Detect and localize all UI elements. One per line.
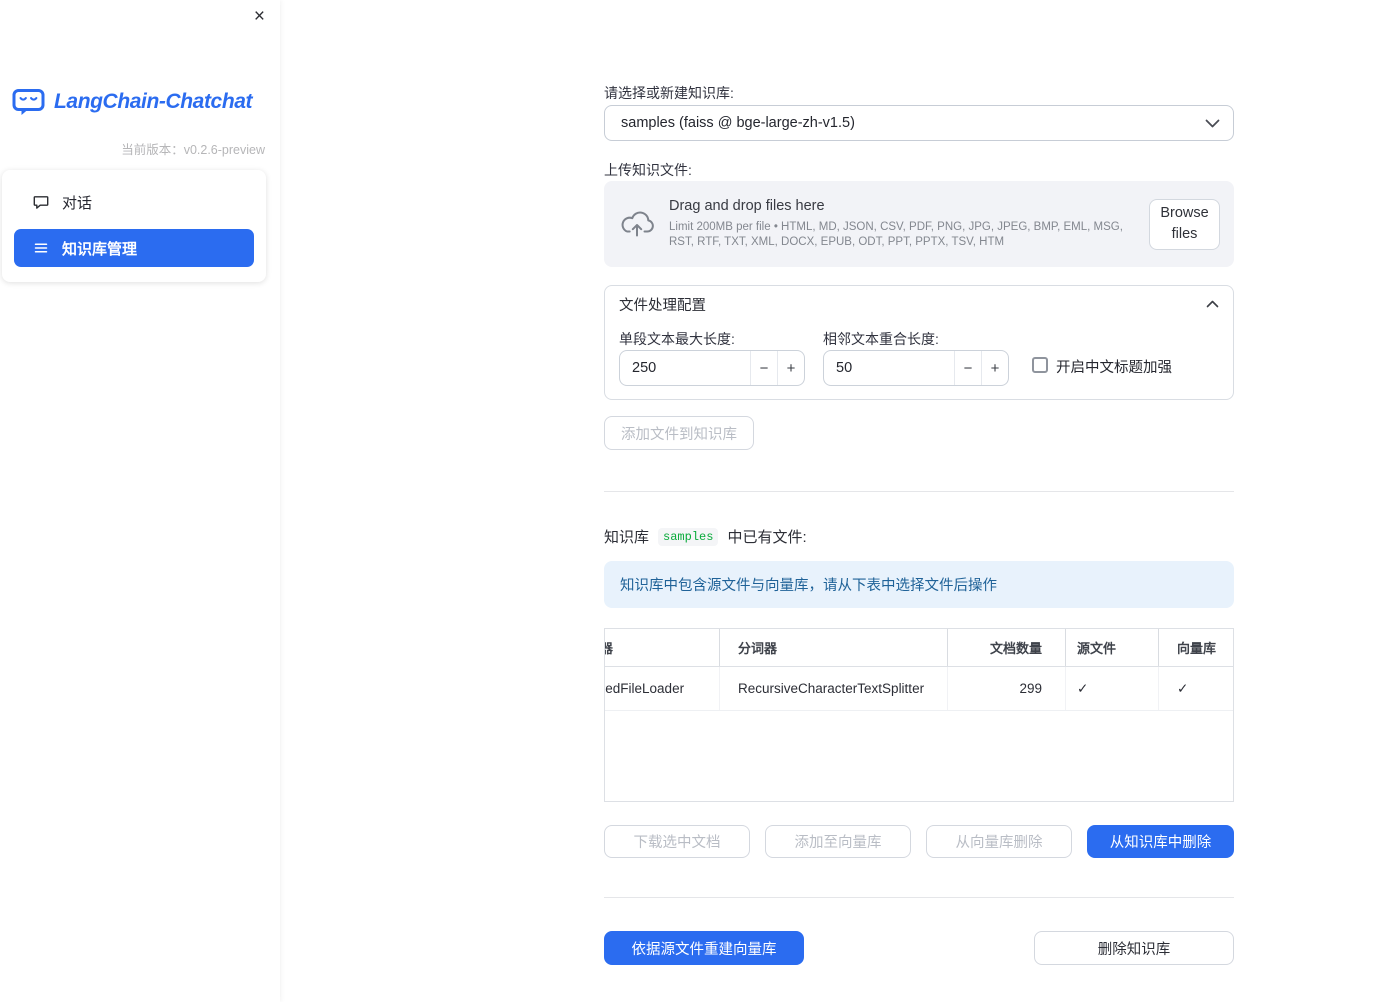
zh-title-checkbox-label[interactable]: 开启中文标题加强 <box>1056 356 1172 377</box>
sidebar-item-chat-label: 对话 <box>62 194 93 212</box>
app-logo-text: LangChain-Chatchat <box>54 89 253 113</box>
table-row[interactable]: UnstructuredFileLoader RecursiveCharacte… <box>605 667 1233 711</box>
upload-label: 上传知识文件: <box>604 162 692 178</box>
chevron-down-icon <box>1205 119 1220 128</box>
chunk-size-value[interactable]: 250 <box>620 351 750 385</box>
sidebar-nav: 对话 知识库管理 <box>2 170 266 282</box>
overlap-size-label: 相邻文本重合长度: <box>823 331 939 347</box>
info-alert-text: 知识库中包含源文件与向量库，请从下表中选择文件后操作 <box>620 578 997 594</box>
overlap-size-input[interactable]: 50 − + <box>823 350 1009 386</box>
overlap-size-value[interactable]: 50 <box>824 351 954 385</box>
table-header-row: 文档加载器 分词器 文档数量 源文件 向量库 <box>605 629 1233 667</box>
file-config-expander: 文件处理配置 单段文本最大长度: 250 − + 相邻文本重合长度: 50 − … <box>604 285 1234 400</box>
uploader-title: Drag and drop files here <box>669 197 825 214</box>
table-header-source-file[interactable]: 源文件 <box>1066 629 1159 666</box>
delete-kb-button[interactable]: 删除知识库 <box>1034 931 1234 965</box>
chat-logo-icon <box>12 87 45 116</box>
kb-files-heading: 知识库 samples 中已有文件: <box>604 526 807 547</box>
info-alert: 知识库中包含源文件与向量库，请从下表中选择文件后操作 <box>604 561 1234 608</box>
chunk-size-label: 单段文本最大长度: <box>619 331 735 347</box>
app-window: × LangChain-Chatchat 当前版本：v0.2.6-preview <box>0 0 1380 1002</box>
kb-select[interactable]: samples (faiss @ bge-large-zh-v1.5) <box>604 105 1234 141</box>
delete-from-kb-button[interactable]: 从知识库中删除 <box>1087 825 1234 858</box>
kb-name-code: samples <box>658 527 719 546</box>
chevron-up-icon <box>1206 300 1219 308</box>
cloud-upload-icon <box>620 211 654 238</box>
uploader-text: Drag and drop files here Limit 200MB per… <box>669 198 1149 251</box>
table-header-vector-store[interactable]: 向量库 <box>1159 629 1233 666</box>
kb-files-heading-prefix: 知识库 <box>604 529 650 546</box>
sidebar-close-button[interactable]: × <box>254 5 265 29</box>
browse-files-button[interactable]: Browse files <box>1149 198 1220 250</box>
table-header-doc-count[interactable]: 文档数量 <box>948 629 1066 666</box>
add-files-to-kb-button[interactable]: 添加文件到知识库 <box>604 416 754 450</box>
download-selected-button[interactable]: 下载选中文档 <box>604 825 750 858</box>
divider <box>604 897 1234 898</box>
table-header-splitter[interactable]: 分词器 <box>720 629 948 666</box>
cell-splitter: RecursiveCharacterTextSplitter <box>720 667 948 710</box>
chunk-size-decrement-button[interactable]: − <box>750 351 777 385</box>
zh-title-checkbox[interactable] <box>1032 357 1048 373</box>
file-uploader-dropzone[interactable]: Drag and drop files here Limit 200MB per… <box>604 181 1234 267</box>
kb-files-heading-suffix: 中已有文件: <box>727 529 807 546</box>
main-content: 请选择或新建知识库: samples (faiss @ bge-large-zh… <box>604 0 1234 1002</box>
chat-bubble-icon <box>33 194 49 210</box>
kb-select-value: samples (faiss @ bge-large-zh-v1.5) <box>621 115 855 131</box>
cell-vector-check: ✓ <box>1177 680 1189 696</box>
expander-title: 文件处理配置 <box>619 297 706 314</box>
sidebar-item-knowledge-base[interactable]: 知识库管理 <box>14 229 254 267</box>
cell-source-check: ✓ <box>1066 667 1159 710</box>
app-logo: LangChain-Chatchat <box>12 87 253 116</box>
uploader-limit: Limit 200MB per file • HTML, MD, JSON, C… <box>669 220 1123 249</box>
overlap-size-increment-button[interactable]: + <box>981 351 1008 385</box>
delete-from-vector-store-button[interactable]: 从向量库删除 <box>926 825 1072 858</box>
list-icon <box>33 240 49 256</box>
rebuild-vector-store-button[interactable]: 依据源文件重建向量库 <box>604 931 804 965</box>
kb-files-table: 文档加载器 分词器 文档数量 源文件 向量库 UnstructuredFileL… <box>604 628 1234 802</box>
sidebar-item-knowledge-base-label: 知识库管理 <box>62 240 138 258</box>
table-header-loader[interactable]: 文档加载器 <box>605 629 720 666</box>
divider <box>604 491 1234 492</box>
cell-loader: UnstructuredFileLoader <box>605 667 720 710</box>
sidebar-item-chat[interactable]: 对话 <box>14 183 254 221</box>
kb-select-label: 请选择或新建知识库: <box>604 85 734 101</box>
cell-doc-count: 299 <box>948 667 1066 710</box>
sidebar: × LangChain-Chatchat 当前版本：v0.2.6-preview <box>0 0 280 1002</box>
chunk-size-input[interactable]: 250 − + <box>619 350 805 386</box>
version-label: 当前版本：v0.2.6-preview <box>121 143 265 157</box>
expander-header[interactable]: 文件处理配置 <box>605 286 1233 322</box>
overlap-size-decrement-button[interactable]: − <box>954 351 981 385</box>
add-to-vector-store-button[interactable]: 添加至向量库 <box>765 825 911 858</box>
chunk-size-increment-button[interactable]: + <box>777 351 804 385</box>
